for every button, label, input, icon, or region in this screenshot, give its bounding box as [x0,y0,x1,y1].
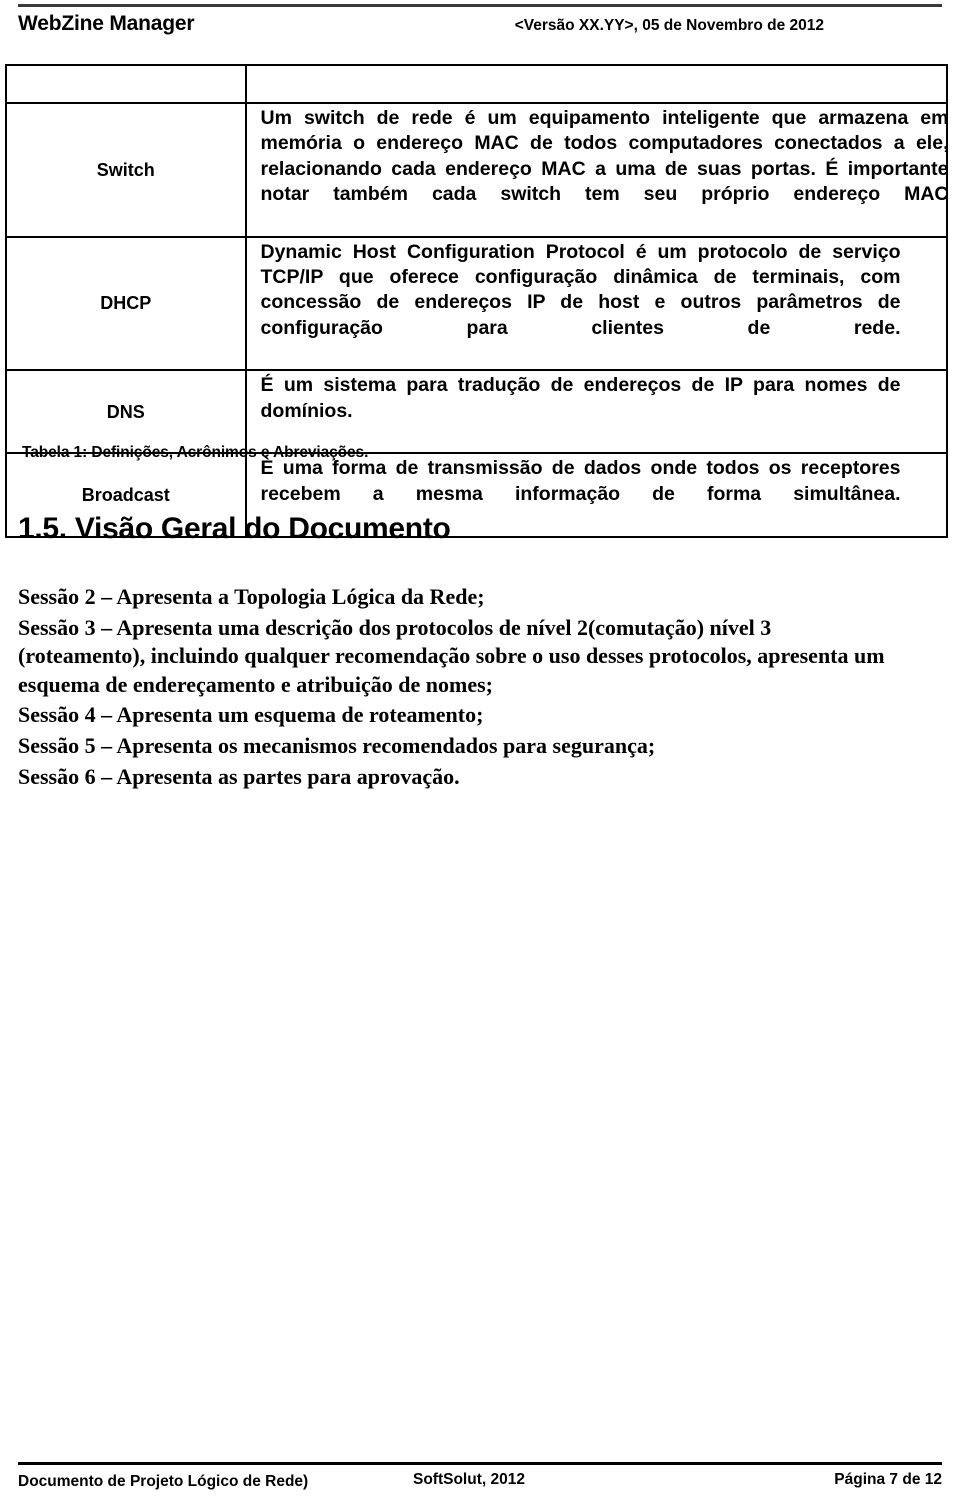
document-title: WebZine Manager [18,12,195,35]
section-body: Sessão 2 – Apresenta a Topologia Lógica … [18,583,918,793]
term-dhcp: DHCP [5,235,247,372]
table-row: DNS É um sistema para tradução de endere… [5,369,948,455]
term-switch: Switch [5,102,247,238]
body-paragraph: Sessão 4 – Apresenta um esquema de rotea… [18,702,484,728]
page-footer: Documento de Projeto Lógico de Rede) Sof… [18,1462,942,1493]
table-header-definition [244,64,948,104]
table-header-row [5,64,948,104]
footer-page-number: Página 7 de 12 [834,1471,942,1488]
definition-dns-text: É um sistema para tradução de endereços … [260,374,901,422]
definition-switch-text: Um switch de rede é um equipamento intel… [260,107,949,206]
section-heading: 1.5. Visão Geral do Documento [18,512,451,545]
page-footer-row: Documento de Projeto Lógico de Rede) Sof… [18,1471,942,1493]
term-dns: DNS [5,369,247,455]
table-header-term [5,64,247,104]
table-row: DHCP Dynamic Host Configuration Protocol… [5,235,948,372]
page-header-row: WebZine Manager <Versão XX.YY>, 05 de No… [18,7,942,36]
definitions-table: Switch Um switch de rede é um equipament… [5,64,949,538]
page-header: WebZine Manager <Versão XX.YY>, 05 de No… [18,4,942,47]
table-row: Switch Um switch de rede é um equipament… [5,102,949,238]
body-paragraph: Sessão 2 – Apresenta a Topologia Lógica … [18,584,485,609]
definition-switch: Um switch de rede é um equipamento intel… [244,102,949,238]
document-version-date: <Versão XX.YY>, 05 de Novembro de 2012 [514,17,824,34]
table-caption: Tabela 1: Definições, Acrônimos e Abrevi… [22,444,369,461]
definition-dns: É um sistema para tradução de endereços … [244,369,948,455]
body-paragraph: Sessão 6 – Apresenta as partes para apro… [18,763,460,789]
definition-dhcp-text: Dynamic Host Configuration Protocol é um… [260,240,901,339]
footer-company: SoftSolut, 2012 [413,1471,525,1488]
definition-dhcp: Dynamic Host Configuration Protocol é um… [244,235,948,372]
body-paragraph: Sessão 3 – Apresenta uma descrição dos p… [18,614,885,697]
footer-document-name: Documento de Projeto Lógico de Rede) [18,1473,309,1490]
body-paragraph: Sessão 5 – Apresenta os mecanismos recom… [18,732,656,758]
